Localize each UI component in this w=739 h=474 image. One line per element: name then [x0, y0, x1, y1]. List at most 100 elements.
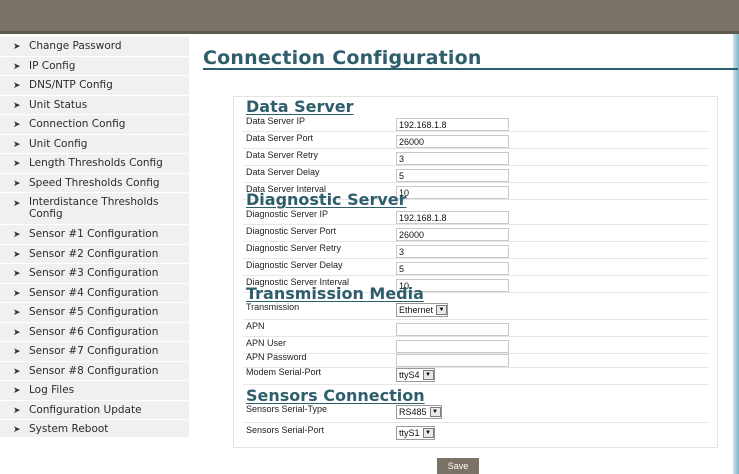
sensors-serial-port-select[interactable]: ttyS1 ▼	[396, 426, 435, 440]
sidebar-item-label: Unit Config	[29, 137, 88, 150]
chevron-right-icon: ➤	[13, 80, 21, 90]
chevron-right-icon: ➤	[13, 99, 21, 110]
sidebar-item-interdistance-thresholds[interactable]: ➤ Interdistance Thresholds Config	[0, 193, 189, 225]
modem-serial-port-select[interactable]: ttyS4 ▼	[396, 368, 435, 382]
chevron-right-icon: ➤	[13, 268, 21, 278]
chevron-right-icon: ➤	[13, 307, 21, 317]
diagnostic-server-retry-row: Diagnostic Server Retry	[243, 242, 709, 259]
sidebar-item-log-files[interactable]: ➤ Log Files	[0, 381, 189, 401]
transmission-row: Transmission Ethernet ▼	[243, 301, 709, 320]
sidebar-item-label: Connection Config	[29, 118, 126, 130]
sidebar-item-sensor-7[interactable]: ➤ Sensor #7 Configuration	[0, 342, 189, 362]
diagnostic-server-port-input[interactable]	[396, 228, 509, 241]
diagnostic-server-ip-label: Diagnostic Server IP	[246, 209, 329, 219]
chevron-right-icon: ➤	[13, 177, 21, 188]
chevron-right-icon: ➤	[13, 424, 21, 434]
sidebar-item-ip-config[interactable]: ➤ IP Config	[0, 57, 189, 76]
apn-row: APN	[243, 320, 709, 337]
sensors-serial-type-selected-value: RS485	[399, 407, 427, 417]
transmission-selected-value: Ethernet	[399, 305, 434, 315]
sidebar-item-label: Log Files	[29, 384, 75, 396]
sensors-serial-type-select[interactable]: RS485 ▼	[396, 405, 442, 419]
window-edge	[733, 34, 739, 474]
diagnostic-server-retry-input[interactable]	[396, 245, 509, 258]
sidebar-item-label: Sensor #3 Configuration	[29, 267, 159, 279]
chevron-right-icon: ➤	[13, 365, 21, 376]
chevron-right-icon: ➤	[13, 326, 21, 337]
sidebar-item-change-password[interactable]: ➤ Change Password	[0, 37, 189, 57]
sidebar-item-dns-ntp-config[interactable]: ➤ DNS/NTP Config	[0, 76, 189, 96]
sidebar-item-unit-status[interactable]: ➤ Unit Status	[0, 96, 189, 115]
modem-serial-port-row: Modem Serial-Port ttyS4 ▼	[243, 366, 709, 385]
data-server-retry-input[interactable]	[396, 152, 509, 165]
page-title: Connection Configuration	[203, 47, 482, 69]
sidebar-item-label: Sensor #4 Configuration	[29, 286, 159, 299]
transmission-label: Transmission	[246, 302, 300, 312]
sidebar-item-label: Change Password	[29, 40, 122, 52]
sidebar-item-speed-thresholds[interactable]: ➤ Speed Thresholds Config	[0, 174, 189, 193]
chevron-right-icon: ➤	[13, 248, 21, 259]
chevron-right-icon: ➤	[13, 60, 21, 71]
modem-serial-port-label: Modem Serial-Port	[246, 367, 322, 377]
sidebar-item-sensor-6[interactable]: ➤ Sensor #6 Configuration	[0, 323, 189, 342]
sidebar-item-label: Interdistance Thresholds Config	[29, 196, 159, 220]
sidebar-item-system-reboot[interactable]: ➤ System Reboot	[0, 420, 189, 440]
chevron-right-icon: ➤	[13, 198, 21, 208]
sidebar-item-sensor-3[interactable]: ➤ Sensor #3 Configuration	[0, 264, 189, 284]
save-button[interactable]: Save	[437, 458, 479, 474]
dropdown-arrow-icon: ▼	[422, 370, 434, 380]
sidebar-item-connection-config[interactable]: ➤ Connection Config	[0, 115, 189, 135]
sidebar-item-label: Sensor #6 Configuration	[29, 325, 159, 338]
diagnostic-server-delay-input[interactable]	[396, 262, 509, 275]
chevron-right-icon: ➤	[13, 158, 21, 168]
sidebar-item-label: Sensor #1 Configuration	[29, 228, 159, 240]
sidebar-item-label: Length Thresholds Config	[29, 157, 163, 169]
data-server-retry-label: Data Server Retry	[246, 150, 319, 160]
data-server-delay-input[interactable]	[396, 169, 509, 182]
chevron-right-icon: ➤	[13, 41, 21, 51]
sidebar-item-configuration-update[interactable]: ➤ Configuration Update	[0, 401, 189, 420]
sidebar-item-label: IP Config	[29, 59, 76, 72]
apn-input[interactable]	[396, 323, 509, 336]
chevron-right-icon: ➤	[13, 404, 21, 415]
sidebar-nav: ➤ Change Password ➤ IP Config ➤ DNS/NTP Con…	[0, 37, 189, 440]
sidebar-item-label: Sensor #2 Configuration	[29, 247, 159, 260]
sidebar-item-length-thresholds[interactable]: ➤ Length Thresholds Config	[0, 154, 189, 174]
sensors-serial-port-selected-value: ttyS1	[399, 428, 420, 438]
top-header-bar	[0, 0, 739, 34]
sidebar-item-label: Sensor #8 Configuration	[29, 364, 159, 377]
sensors-serial-type-label: Sensors Serial-Type	[246, 404, 328, 414]
sidebar-item-sensor-5[interactable]: ➤ Sensor #5 Configuration	[0, 303, 189, 323]
diagnostic-server-port-label: Diagnostic Server Port	[246, 226, 337, 236]
diagnostic-server-ip-input[interactable]	[396, 211, 509, 224]
data-server-heading: Data Server	[246, 97, 354, 116]
chevron-right-icon: ➤	[13, 287, 21, 298]
sidebar-item-sensor-4[interactable]: ➤ Sensor #4 Configuration	[0, 284, 189, 303]
diagnostic-server-retry-label: Diagnostic Server Retry	[246, 243, 342, 253]
sidebar-item-unit-config[interactable]: ➤ Unit Config	[0, 135, 189, 154]
dropdown-arrow-icon: ▼	[422, 428, 434, 438]
dropdown-arrow-icon: ▼	[429, 407, 441, 417]
data-server-ip-row: Data Server IP	[243, 115, 709, 132]
chevron-right-icon: ➤	[13, 346, 21, 356]
chevron-right-icon: ➤	[13, 385, 21, 395]
data-server-port-input[interactable]	[396, 135, 509, 148]
sidebar-item-sensor-1[interactable]: ➤ Sensor #1 Configuration	[0, 225, 189, 245]
sidebar-item-label: DNS/NTP Config	[29, 79, 113, 91]
data-server-ip-input[interactable]	[396, 118, 509, 131]
sidebar-item-sensor-2[interactable]: ➤ Sensor #2 Configuration	[0, 245, 189, 264]
diagnostic-server-port-row: Diagnostic Server Port	[243, 225, 709, 242]
transmission-select[interactable]: Ethernet ▼	[396, 303, 449, 317]
data-server-port-row: Data Server Port	[243, 132, 709, 149]
apn-password-label: APN Password	[246, 352, 307, 362]
sidebar-item-sensor-8[interactable]: ➤ Sensor #8 Configuration	[0, 362, 189, 381]
data-server-delay-label: Data Server Delay	[246, 167, 320, 177]
sensors-serial-port-row: Sensors Serial-Port ttyS1 ▼	[243, 424, 709, 444]
diagnostic-server-delay-label: Diagnostic Server Delay	[246, 260, 343, 270]
dropdown-arrow-icon: ▼	[436, 305, 448, 315]
diagnostic-server-ip-row: Diagnostic Server IP	[243, 208, 709, 225]
apn-user-label: APN User	[246, 338, 287, 348]
data-server-interval-input[interactable]	[396, 186, 509, 199]
data-server-ip-label: Data Server IP	[246, 116, 306, 126]
chevron-right-icon: ➤	[13, 119, 21, 129]
